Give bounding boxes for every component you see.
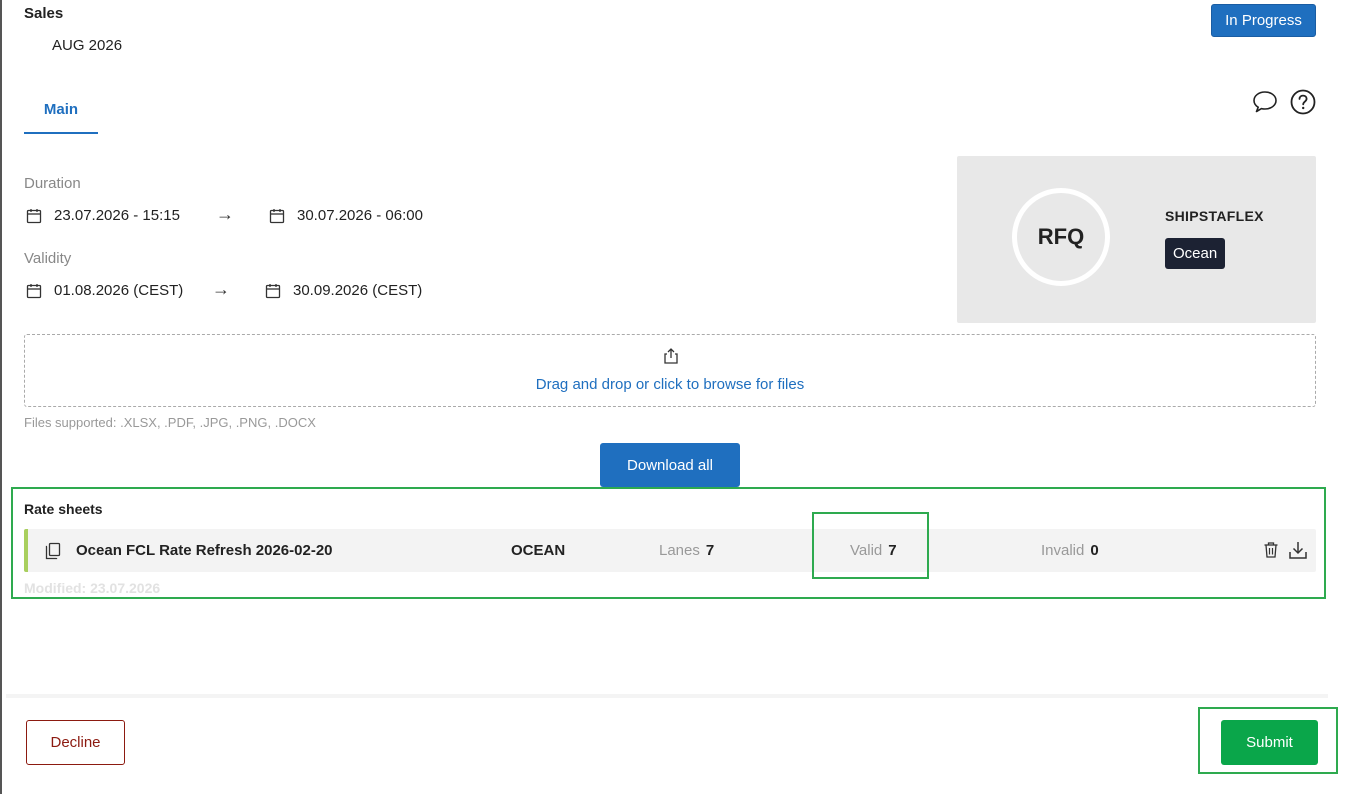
- duration-start-value: 23.07.2026 - 15:15: [54, 207, 180, 224]
- highlight-submit: [1198, 707, 1338, 774]
- rate-sheet-name: Ocean FCL Rate Refresh 2026-02-20: [76, 542, 333, 559]
- window-left-border: [0, 0, 2, 794]
- status-badge[interactable]: In Progress: [1211, 4, 1316, 37]
- validity-label: Validity: [24, 250, 72, 267]
- arrow-right-icon: →: [212, 279, 230, 299]
- arrow-right-icon: →: [216, 204, 234, 224]
- rfq-card: RFQ SHIPSTAFLEX Ocean: [957, 156, 1316, 323]
- lanes-count: 7: [705, 542, 715, 559]
- trash-icon[interactable]: [1262, 541, 1280, 559]
- question-circle-icon[interactable]: [1290, 89, 1316, 115]
- files-supported-hint: Files supported: .XLSX, .PDF, .JPG, .PNG…: [24, 415, 316, 430]
- lanes-stat: Lanes 7: [659, 542, 714, 559]
- duration-end[interactable]: 30.07.2026 - 06:00: [269, 207, 423, 224]
- duration-label: Duration: [24, 175, 81, 192]
- calendar-icon: [265, 283, 281, 298]
- lanes-label: Lanes: [659, 542, 700, 559]
- rfq-company-name: SHIPSTAFLEX: [1165, 208, 1264, 224]
- page-subtitle: AUG 2026: [52, 37, 123, 54]
- validity-start-value: 01.08.2026 (CEST): [54, 282, 184, 299]
- rate-sheet-row[interactable]: Ocean FCL Rate Refresh 2026-02-20 OCEAN …: [24, 529, 1316, 572]
- invalid-stat: Invalid 0: [1041, 542, 1099, 559]
- rate-sheets-title: Rate sheets: [24, 501, 103, 517]
- footer-divider: [6, 694, 1328, 698]
- validity-start[interactable]: 01.08.2026 (CEST): [26, 282, 183, 299]
- invalid-count: 0: [1090, 542, 1099, 559]
- rate-sheet-mode: OCEAN: [511, 542, 566, 559]
- download-all-button[interactable]: Download all: [600, 443, 740, 487]
- calendar-icon: [269, 208, 285, 223]
- validity-end[interactable]: 30.09.2026 (CEST): [265, 282, 422, 299]
- upload-icon: [664, 348, 678, 364]
- chat-bubble-icon[interactable]: [1252, 90, 1278, 114]
- highlight-valid-count: [812, 512, 929, 579]
- validity-end-value: 30.09.2026 (CEST): [293, 282, 423, 299]
- file-dropzone[interactable]: Drag and drop or click to browse for fil…: [24, 334, 1316, 407]
- calendar-icon: [26, 283, 42, 298]
- download-icon[interactable]: [1288, 540, 1308, 560]
- document-copy-icon: [45, 542, 61, 560]
- rfq-avatar: RFQ: [1012, 188, 1110, 286]
- dropzone-link[interactable]: Drag and drop or click to browse for fil…: [25, 376, 1315, 393]
- calendar-icon: [26, 208, 42, 223]
- decline-button[interactable]: Decline: [26, 720, 125, 765]
- duration-start[interactable]: 23.07.2026 - 15:15: [26, 207, 180, 224]
- tab-main[interactable]: Main: [24, 98, 98, 134]
- page-title: Sales: [24, 5, 64, 22]
- rfq-mode-tag: Ocean: [1165, 238, 1226, 269]
- modified-date: Modified: 23.07.2026: [24, 580, 161, 596]
- duration-end-value: 30.07.2026 - 06:00: [297, 207, 423, 224]
- invalid-label: Invalid: [1041, 542, 1085, 559]
